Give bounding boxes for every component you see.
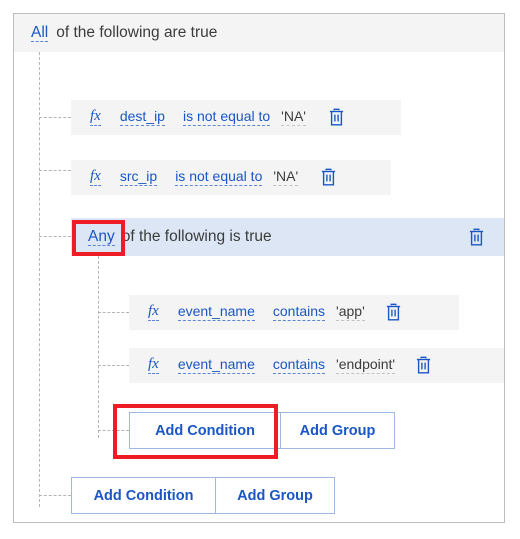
add-group-button[interactable]: Add Group <box>215 477 335 514</box>
fx-token[interactable]: fx <box>148 357 159 374</box>
fx-token[interactable]: fx <box>148 304 159 321</box>
condition-value[interactable]: 'NA' <box>273 169 299 186</box>
condition-field[interactable]: event_name <box>177 357 255 374</box>
trash-icon[interactable] <box>385 303 402 322</box>
tree-trunk-root <box>39 52 40 507</box>
condition-operator[interactable]: contains <box>272 304 326 321</box>
condition-value[interactable]: 'NA' <box>281 109 306 126</box>
condition-row: fx src_ip is not equal to 'NA' <box>71 160 391 195</box>
nested-group-header: Any of the following is true <box>71 218 504 256</box>
add-condition-button[interactable]: Add Condition <box>129 412 281 449</box>
query-builder-panel: All of the following are true fx dest_ip… <box>13 13 505 523</box>
condition-row: fx event_name contains 'app' <box>129 295 459 330</box>
condition-operator[interactable]: contains <box>272 357 326 374</box>
trash-icon[interactable] <box>328 108 345 127</box>
add-group-button[interactable]: Add Group <box>280 412 395 449</box>
condition-field[interactable]: src_ip <box>119 169 158 186</box>
condition-operator[interactable]: is not equal to <box>182 109 271 126</box>
root-group-actions: Add Condition Add Group <box>71 477 335 514</box>
condition-field[interactable]: dest_ip <box>119 109 165 126</box>
condition-row: fx event_name contains 'endpoint' <box>129 348 504 383</box>
tree-branch-root-actions <box>39 495 71 496</box>
fx-token[interactable]: fx <box>90 169 101 186</box>
tree-branch-nested-condition-1 <box>98 312 129 313</box>
tree-branch-nested-group <box>39 236 71 237</box>
root-group-header: All of the following are true <box>14 14 504 52</box>
trash-icon[interactable] <box>468 228 485 247</box>
trash-icon[interactable] <box>320 168 337 187</box>
tree-trunk-nested <box>98 256 99 438</box>
fx-token[interactable]: fx <box>90 109 101 126</box>
tree-branch-nested-condition-2 <box>98 365 129 366</box>
root-group-description: of the following are true <box>56 24 218 41</box>
nested-group-description: of the following is true <box>121 228 272 245</box>
condition-operator[interactable]: is not equal to <box>175 169 263 186</box>
tree-branch-condition-1 <box>39 117 71 118</box>
add-condition-button[interactable]: Add Condition <box>71 477 216 514</box>
root-group-operator[interactable]: All <box>31 24 49 42</box>
tree-branch-nested-actions <box>98 430 129 431</box>
nested-group-actions: Add Condition Add Group <box>129 412 395 449</box>
trash-icon[interactable] <box>415 356 432 375</box>
condition-row: fx dest_ip is not equal to 'NA' <box>71 100 401 135</box>
condition-value[interactable]: 'app' <box>336 304 365 321</box>
condition-field[interactable]: event_name <box>177 304 255 321</box>
nested-group-operator[interactable]: Any <box>88 228 115 246</box>
tree-branch-condition-2 <box>39 170 71 171</box>
condition-value[interactable]: 'endpoint' <box>336 357 396 374</box>
